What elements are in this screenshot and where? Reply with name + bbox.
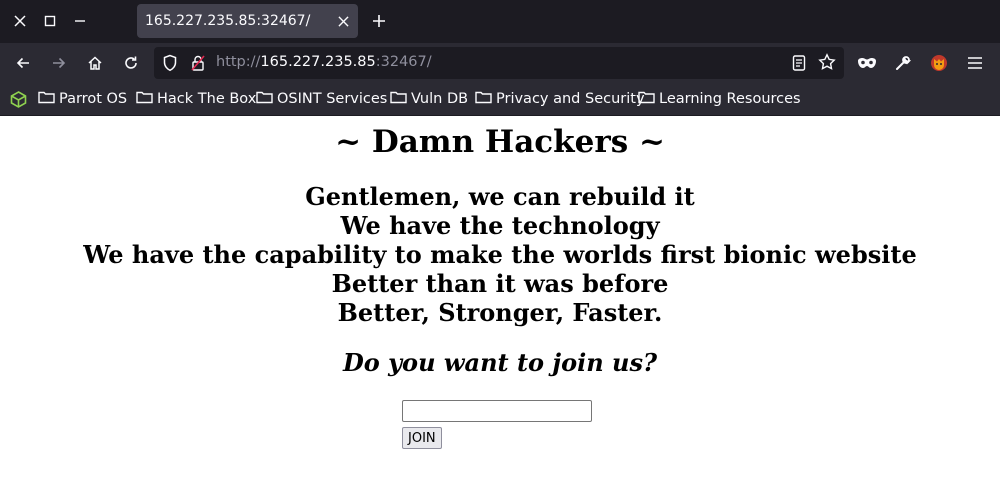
bookmark-folder-hack-the-box[interactable]: Hack The Box [136,90,256,108]
bookmark-folder-parrot-os[interactable]: Parrot OS [38,90,127,108]
address-bar[interactable]: http://165.227.235.85:32467/ [154,47,844,79]
bookmark-folder-learning-resources[interactable]: Learning Resources [638,90,801,108]
window-maximize-icon[interactable] [41,12,59,30]
window-close-icon[interactable] [11,12,29,30]
slogan-line: Better, Stronger, Faster. [337,298,663,327]
new-tab-icon[interactable] [370,12,388,30]
url-text[interactable]: http://165.227.235.85:32467/ [216,54,432,70]
folder-icon [136,90,153,108]
tab-strip: 165.227.235.85:32467/ [0,0,1000,43]
navigation-toolbar: http://165.227.235.85:32467/ [0,43,1000,83]
join-question: Do you want to join us? [342,348,658,377]
bookmark-label: Parrot OS [59,91,128,107]
bookmark-label: Privacy and Security [496,91,645,107]
slogan-lines: Gentlemen, we can rebuild it We have the… [0,182,1000,327]
bookmark-folder-osint-services[interactable]: OSINT Services [256,90,387,108]
insecure-lock-icon[interactable] [190,54,206,76]
slogan-line: Better than it was before [331,269,669,298]
tab-close-icon[interactable] [334,12,352,30]
shield-icon[interactable] [162,54,178,76]
private-browsing-mask-icon[interactable] [856,52,878,74]
bookmark-label: Learning Resources [659,91,801,107]
back-icon[interactable] [12,52,34,74]
bookmark-folder-privacy-and-security[interactable]: Privacy and Security [475,90,645,108]
hamburger-menu-icon[interactable] [964,52,986,74]
slogan-line: We have the technology [340,211,660,240]
slogan-line: Gentlemen, we can rebuild it [305,182,695,211]
bookmarks-toolbar: Parrot OS Hack The Box OSINT Services Vu… [0,83,1000,116]
join-button[interactable]: JOIN [402,427,442,449]
join-input[interactable] [402,400,592,422]
folder-icon [475,90,492,108]
window-minimize-icon[interactable] [71,12,89,30]
forward-icon[interactable] [48,52,70,74]
parrot-cube-icon[interactable] [10,91,27,112]
bookmark-label: Hack The Box [157,91,257,107]
folder-icon [638,90,655,108]
page-heading: ~ Damn Hackers ~ [335,124,665,160]
folder-icon [390,90,407,108]
home-icon[interactable] [84,52,106,74]
bookmark-label: Vuln DB [411,91,469,107]
url-scheme: http:// [216,54,261,70]
bookmark-star-icon[interactable] [818,53,836,75]
folder-icon [256,90,273,108]
url-host: 165.227.235.85 [260,54,376,70]
page-content: ~ Damn Hackers ~ Gentlemen, we can rebui… [0,116,1000,485]
bookmark-label: OSINT Services [277,91,388,107]
active-tab[interactable]: 165.227.235.85:32467/ [137,4,358,38]
url-port: :32467/ [375,54,432,70]
slogan-line: We have the capability to make the world… [83,240,917,269]
wrench-icon[interactable] [892,52,914,74]
reload-icon[interactable] [120,52,142,74]
tab-title: 165.227.235.85:32467/ [145,13,311,29]
folder-icon [38,90,55,108]
reader-view-icon[interactable] [791,54,807,76]
bookmark-folder-vuln-db[interactable]: Vuln DB [390,90,468,108]
extension-fox-icon[interactable] [928,52,950,74]
